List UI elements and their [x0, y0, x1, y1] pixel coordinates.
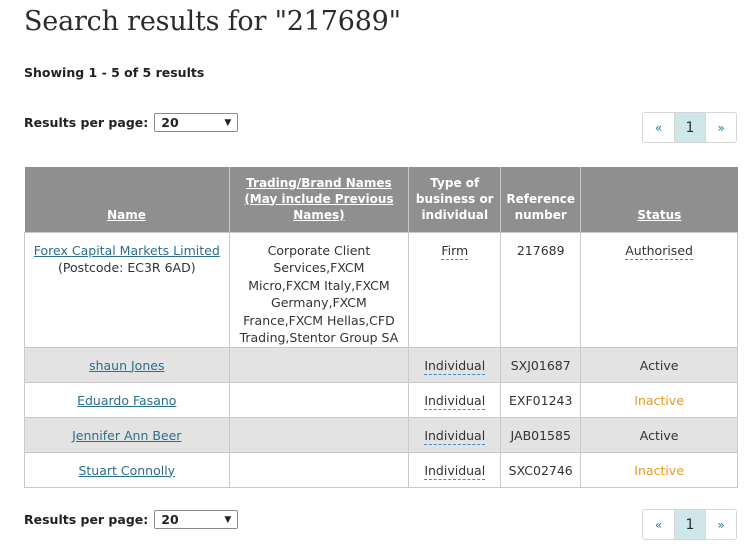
table-row: Forex Capital Markets Limited (Postcode:…: [24, 231, 738, 348]
cell-type: Firm: [408, 231, 502, 348]
cell-reference: JAB01585: [500, 416, 582, 453]
result-status: Active: [639, 427, 679, 443]
result-status: Inactive: [634, 392, 684, 408]
cell-reference: 217689: [500, 231, 582, 348]
results-per-page-top: Results per page: 20 ▼: [24, 113, 239, 132]
result-status: Inactive: [634, 462, 684, 478]
table-row: Jennifer Ann Beer Individual JAB01585 Ac…: [24, 416, 738, 453]
cell-status: Active: [580, 416, 738, 453]
cell-status: Authorised: [580, 231, 738, 348]
column-header-status[interactable]: Status: [580, 167, 738, 232]
results-per-page-value: 20: [161, 512, 179, 527]
cell-type: Individual: [408, 451, 502, 488]
results-table: Name Trading/Brand Names (May include Pr…: [24, 167, 738, 488]
column-header-reference: Reference number: [500, 167, 581, 232]
cell-trading-names: [228, 381, 410, 418]
result-type[interactable]: Individual: [424, 392, 486, 410]
result-status: Active: [639, 357, 679, 373]
result-type[interactable]: Individual: [424, 427, 486, 445]
page-title: Search results for "217689": [24, 6, 401, 37]
result-name-link[interactable]: Forex Capital Markets Limited: [34, 243, 220, 258]
cell-name: Eduardo Fasano: [24, 381, 230, 418]
chevron-down-icon: ▼: [224, 117, 232, 128]
cell-trading-names: [228, 451, 410, 488]
results-per-page-label: Results per page:: [24, 115, 149, 130]
result-name-link[interactable]: shaun Jones: [89, 358, 164, 373]
cell-reference: SXC02746: [500, 451, 582, 488]
cell-status: Inactive: [580, 451, 738, 488]
cell-status: Inactive: [580, 381, 738, 418]
pagination-page-button[interactable]: 1: [674, 510, 705, 539]
table-row: Stuart Connolly Individual SXC02746 Inac…: [24, 451, 738, 488]
result-postcode: (Postcode: EC3R 6AD): [57, 260, 196, 275]
pagination-next-button[interactable]: »: [705, 113, 736, 142]
cell-trading-names: [228, 346, 410, 383]
results-per-page-label: Results per page:: [24, 512, 149, 527]
chevron-down-icon: ▼: [224, 514, 232, 525]
pagination-next-button[interactable]: »: [705, 510, 736, 539]
pagination-bottom: « 1 »: [642, 509, 737, 540]
cell-type: Individual: [408, 346, 502, 383]
pagination-page-button[interactable]: 1: [674, 113, 705, 142]
results-per-page-select[interactable]: 20 ▼: [154, 113, 239, 132]
cell-name: Jennifer Ann Beer: [24, 416, 230, 453]
cell-reference: SXJ01687: [500, 346, 582, 383]
results-per-page-value: 20: [161, 115, 179, 130]
results-count: Showing 1 - 5 of 5 results: [24, 65, 205, 80]
column-header-name[interactable]: Name: [24, 167, 230, 232]
table-header-row: Name Trading/Brand Names (May include Pr…: [24, 167, 738, 232]
pagination-prev-button[interactable]: «: [643, 510, 674, 539]
cell-trading-names: [228, 416, 410, 453]
cell-status: Active: [580, 346, 738, 383]
result-type[interactable]: Individual: [424, 357, 486, 375]
result-type[interactable]: Individual: [424, 462, 486, 480]
result-name-link[interactable]: Stuart Connolly: [78, 463, 175, 478]
result-name-link[interactable]: Jennifer Ann Beer: [72, 428, 181, 443]
table-row: Eduardo Fasano Individual EXF01243 Inact…: [24, 381, 738, 418]
column-header-type: Type of business or individual: [408, 167, 501, 232]
cell-reference: EXF01243: [500, 381, 582, 418]
column-header-trading-names[interactable]: Trading/Brand Names (May include Previou…: [228, 167, 409, 232]
cell-trading-names: Corporate Client Services,FXCM Micro,FXC…: [228, 231, 410, 348]
pagination-prev-button[interactable]: «: [643, 113, 674, 142]
results-per-page-select[interactable]: 20 ▼: [154, 510, 239, 529]
cell-type: Individual: [408, 416, 502, 453]
result-status[interactable]: Authorised: [625, 242, 693, 260]
result-type[interactable]: Firm: [441, 242, 469, 260]
cell-type: Individual: [408, 381, 502, 418]
table-row: shaun Jones Individual SXJ01687 Active: [24, 346, 738, 383]
result-name-link[interactable]: Eduardo Fasano: [77, 393, 176, 408]
cell-name: Stuart Connolly: [24, 451, 230, 488]
pagination-top: « 1 »: [642, 112, 737, 143]
results-per-page-bottom: Results per page: 20 ▼: [24, 510, 239, 529]
cell-name: Forex Capital Markets Limited (Postcode:…: [24, 231, 230, 348]
cell-name: shaun Jones: [24, 346, 230, 383]
